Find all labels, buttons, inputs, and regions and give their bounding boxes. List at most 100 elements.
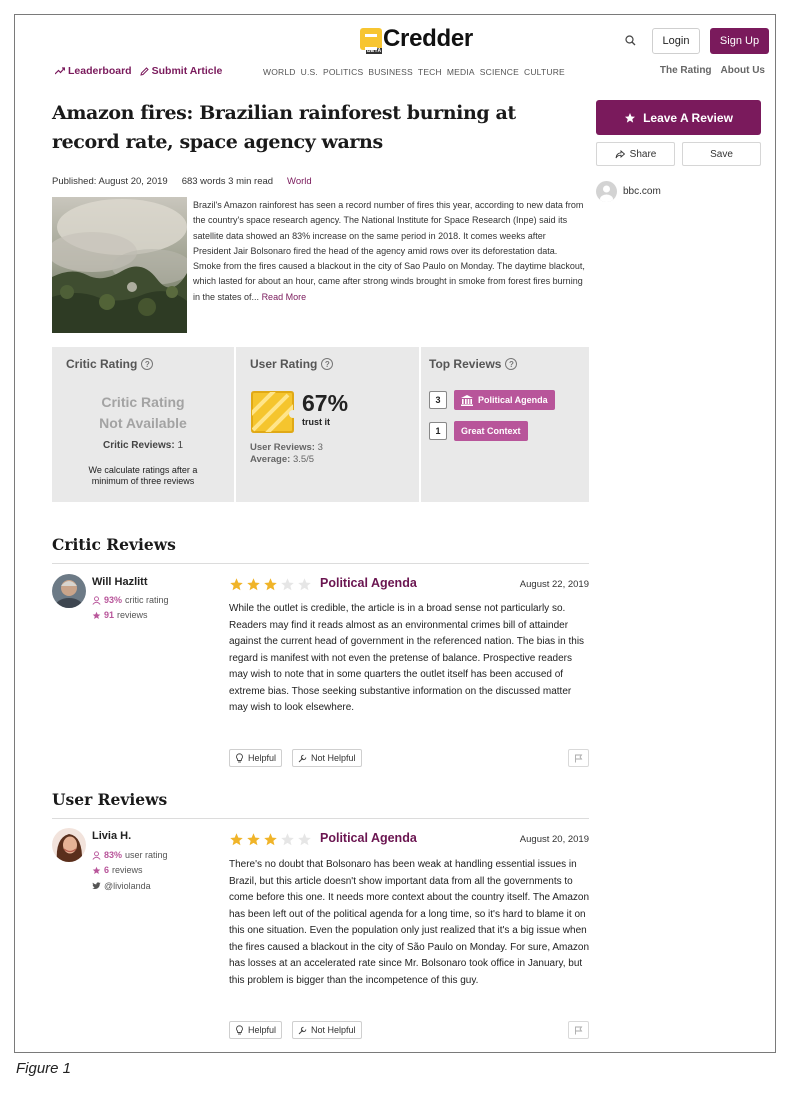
star-filled-icon: [247, 578, 260, 591]
review-tag[interactable]: Political Agenda: [320, 576, 417, 590]
reviewer-rating-label: critic rating: [125, 595, 169, 605]
star-icon: [92, 866, 101, 874]
star-empty-icon: [298, 833, 311, 846]
not-helpful-button[interactable]: Not Helpful: [292, 1021, 362, 1039]
nav-left: Leaderboard Submit Article: [55, 65, 222, 77]
trending-icon: [55, 67, 65, 75]
help-icon[interactable]: ?: [321, 358, 334, 370]
top-review-item[interactable]: 3 Political Agenda: [429, 390, 555, 410]
top-review-item[interactable]: 1 Great Context: [429, 421, 528, 441]
reviewer-rating: 93% critic rating: [92, 595, 169, 605]
excerpt-text: Brazil's Amazon rainforest has seen a re…: [193, 200, 585, 302]
trust-label: trust it: [302, 417, 330, 427]
nav-science[interactable]: SCIENCE: [480, 67, 519, 77]
flag-icon: [575, 754, 583, 762]
critic-rating-heading-text: Critic Rating: [66, 357, 138, 371]
credder-logo[interactable]: BETA Credder: [360, 25, 473, 54]
ratings-panel: Critic Rating ? Critic Rating Not Availa…: [52, 347, 589, 502]
flag-button[interactable]: [568, 749, 589, 767]
nav-right: The Rating About Us: [660, 65, 765, 76]
critic-rating-unavailable: Critic Rating Not Available: [52, 392, 234, 434]
helpful-label: Helpful: [248, 1025, 277, 1035]
helpful-button[interactable]: Helpful: [229, 749, 283, 767]
nav-politics[interactable]: POLITICS: [323, 67, 363, 77]
top-reviews-panel: Top Reviews ? 3 Political Agenda 1 Great…: [421, 347, 589, 502]
reviewer-name[interactable]: Will Hazlitt: [92, 576, 148, 588]
helpful-button[interactable]: Helpful: [229, 1021, 283, 1039]
section-divider: [52, 818, 589, 819]
review-tag[interactable]: Political Agenda: [320, 831, 417, 845]
nav-media[interactable]: MEDIA: [447, 67, 475, 77]
leaderboard-label: Leaderboard: [68, 65, 132, 77]
critic-rating-heading: Critic Rating ?: [66, 357, 154, 371]
leave-review-button[interactable]: Leave A Review: [596, 100, 761, 135]
star-empty-icon: [281, 578, 294, 591]
save-button[interactable]: Save: [682, 142, 761, 166]
help-icon[interactable]: ?: [505, 358, 518, 370]
pencil-icon: [139, 66, 149, 76]
share-button[interactable]: Share: [596, 142, 675, 166]
submit-article-link[interactable]: Submit Article: [139, 65, 222, 77]
user-rating-percent: 67%: [302, 390, 349, 416]
avatar[interactable]: [52, 828, 86, 862]
reviewer-review-count-label: reviews: [117, 610, 148, 620]
star-rating: [229, 577, 312, 592]
signup-button[interactable]: Sign Up: [710, 28, 769, 54]
tag-label: Great Context: [461, 426, 521, 436]
nav-us[interactable]: U.S.: [301, 67, 318, 77]
source-avatar-icon: [596, 181, 617, 202]
reviewer-rating-pct: 83%: [104, 850, 123, 860]
flag-button[interactable]: [568, 1021, 589, 1039]
wrench-icon: [298, 1026, 307, 1034]
critic-reviews-heading: Critic Reviews: [52, 535, 176, 554]
login-button[interactable]: Login: [652, 28, 700, 54]
read-more-link[interactable]: Read More: [262, 292, 307, 302]
reviewer-review-count: 6 reviews: [92, 865, 143, 875]
average-line: Average: 3.5/5: [250, 454, 323, 466]
reviewer-review-count: 91 reviews: [92, 610, 148, 620]
critic-na-line1: Critic Rating: [101, 394, 185, 410]
nav-culture[interactable]: CULTURE: [524, 67, 565, 77]
user-reviews-label: User Reviews:: [250, 442, 315, 453]
user-rating-heading: User Rating ?: [250, 357, 334, 371]
reviewer-name[interactable]: Livia H.: [92, 830, 131, 842]
user-reviews-heading: User Reviews: [52, 790, 168, 809]
help-icon[interactable]: ?: [141, 358, 154, 370]
search-icon[interactable]: [624, 34, 638, 48]
section-divider: [52, 563, 589, 564]
source-link[interactable]: bbc.com: [596, 181, 661, 202]
article-excerpt: Brazil's Amazon rainforest has seen a re…: [193, 198, 585, 305]
nav-business[interactable]: BUSINESS: [368, 67, 413, 77]
critic-count-label: Critic Reviews:: [102, 440, 175, 451]
the-rating-link[interactable]: The Rating: [660, 65, 712, 76]
wrench-icon: [298, 754, 307, 762]
nav-world[interactable]: WORLD: [263, 67, 296, 77]
tag-great-context[interactable]: Great Context: [454, 421, 528, 441]
forest-fire-photo: [52, 197, 187, 333]
article-meta: Published: August 20, 2019 683 words 3 m…: [52, 176, 312, 187]
government-icon: [461, 394, 473, 406]
review-body: There's no doubt that Bolsonaro has been…: [229, 859, 590, 986]
avatar[interactable]: [52, 574, 86, 608]
about-us-link[interactable]: About Us: [721, 65, 765, 76]
not-helpful-button[interactable]: Not Helpful: [292, 749, 362, 767]
lightbulb-icon: [236, 1025, 243, 1035]
logo-mark-icon: BETA: [360, 28, 383, 54]
share-icon: [615, 149, 625, 158]
star-filled-icon: [264, 833, 277, 846]
category-link[interactable]: World: [287, 176, 312, 187]
section-nav: WORLD U.S. POLITICS BUSINESS TECH MEDIA …: [263, 67, 565, 77]
user-rating-heading-text: User Rating: [250, 357, 318, 371]
tag-count: 3: [429, 391, 447, 409]
reviewer-rating: 83% user rating: [92, 850, 168, 860]
not-helpful-label: Not Helpful: [311, 1025, 356, 1035]
user-reviews-value: 3: [317, 442, 323, 453]
published-date: Published: August 20, 2019: [52, 176, 168, 187]
nav-tech[interactable]: TECH: [418, 67, 442, 77]
reviewer-twitter[interactable]: @liviolanda: [92, 881, 151, 891]
not-helpful-label: Not Helpful: [311, 753, 356, 763]
tag-political-agenda[interactable]: Political Agenda: [454, 390, 555, 410]
leave-review-label: Leave A Review: [643, 110, 733, 125]
star-icon: [625, 112, 636, 123]
leaderboard-link[interactable]: Leaderboard: [55, 65, 132, 77]
